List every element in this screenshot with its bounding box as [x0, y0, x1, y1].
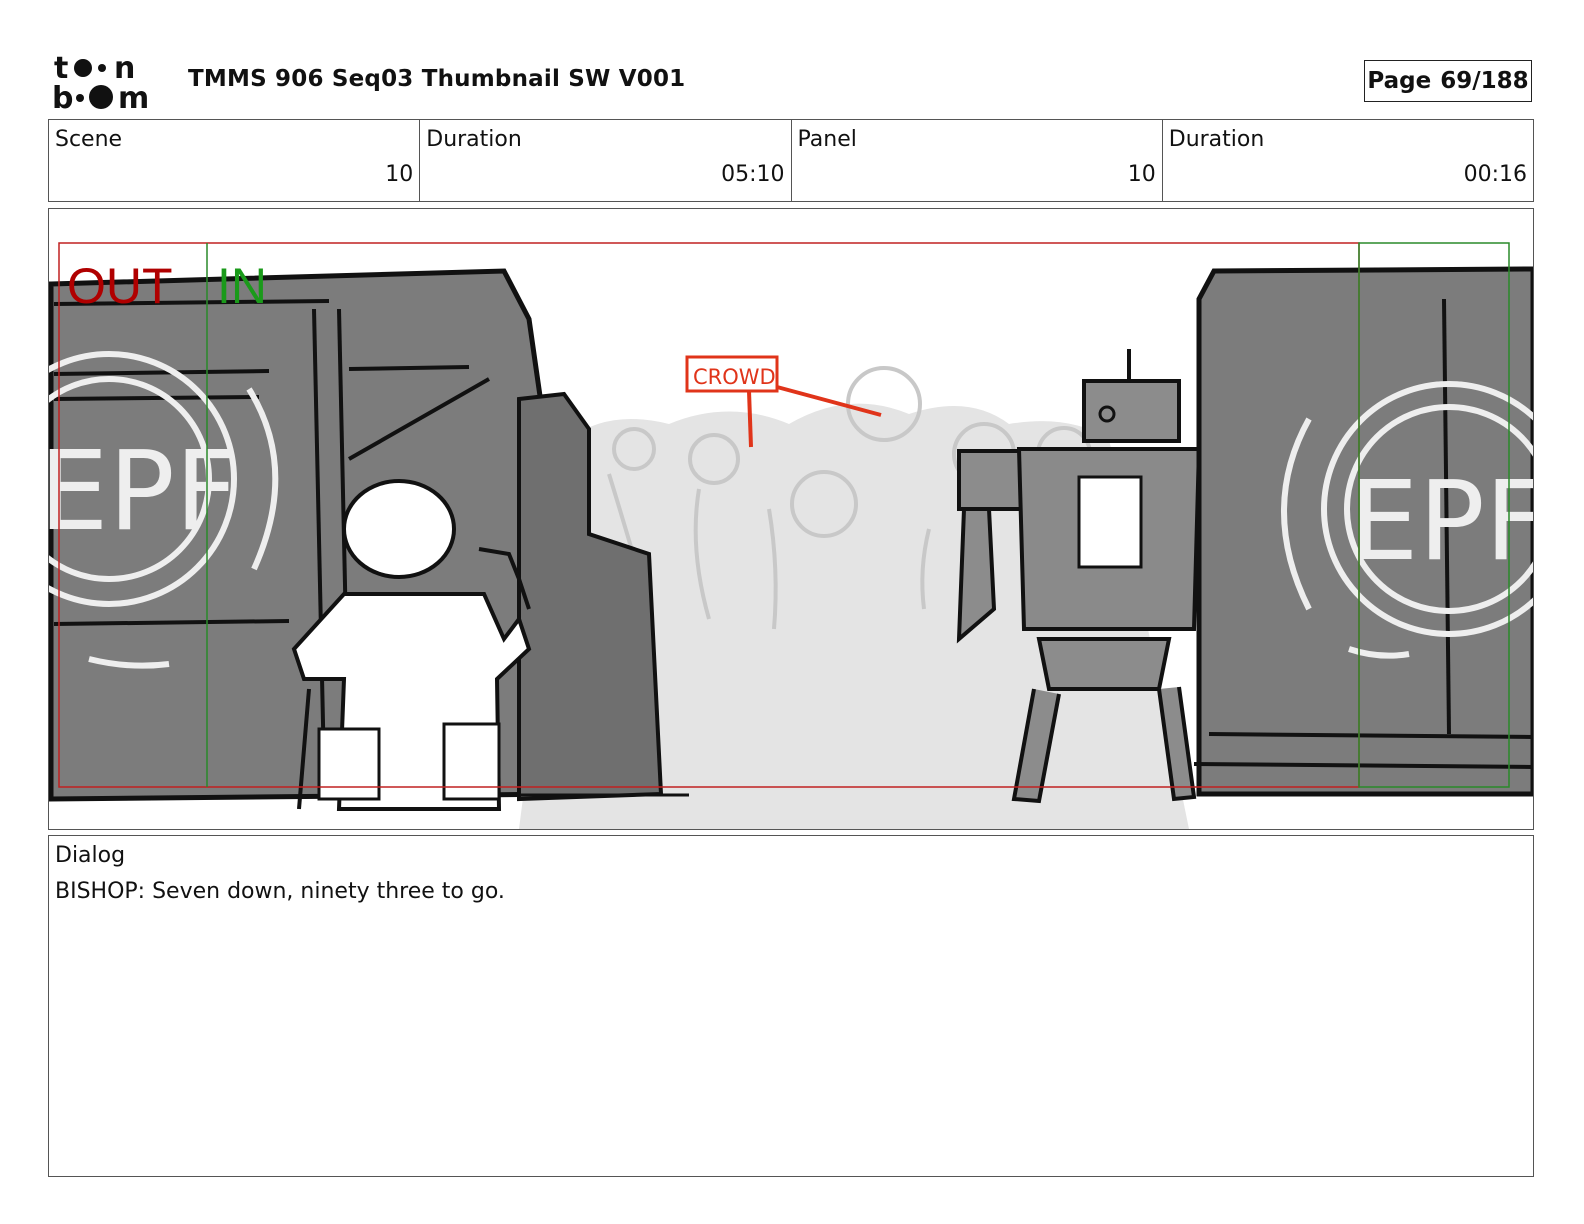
scene-duration-label: Duration: [426, 127, 522, 152]
panel-value: 10: [1127, 162, 1156, 187]
document-title: TMMS 906 Seq03 Thumbnail SW V001: [188, 66, 686, 92]
dialog-box: Dialog BISHOP: Seven down, ninety three …: [48, 835, 1534, 1177]
scene-duration-cell: Duration 05:10: [420, 120, 792, 201]
dialog-text: BISHOP: Seven down, ninety three to go.: [55, 879, 505, 904]
scene-cell: Scene 10: [49, 120, 421, 201]
scene-duration-value: 05:10: [721, 162, 785, 187]
toon-boom-logo-icon: t n b m: [52, 51, 149, 116]
panel-duration-cell: Duration 00:16: [1163, 120, 1533, 201]
panel-label: Panel: [797, 127, 857, 152]
out-label: OUT: [67, 258, 173, 314]
panel-cell: Panel 10: [792, 120, 1163, 201]
scene-info-row: Scene 10 Duration 05:10 Panel 10 Duratio…: [48, 119, 1534, 202]
svg-text:b: b: [52, 81, 73, 114]
in-label: IN: [217, 258, 267, 314]
toon-boom-logo: t n b m: [50, 50, 166, 116]
scene-label: Scene: [55, 127, 123, 152]
panel-duration-value: 00:16: [1463, 162, 1527, 187]
scene-value: 10: [385, 162, 414, 187]
page-label: Page: [1367, 68, 1432, 94]
page-number: 69/188: [1440, 68, 1529, 94]
dialog-label: Dialog: [55, 843, 126, 868]
panel-sketch: EPF EPF CROWD OUT IN: [49, 242, 1534, 829]
right-emblem-text: EPF: [1349, 457, 1534, 585]
left-emblem-text: EPF: [49, 427, 238, 555]
page-indicator: Page 69/188: [1364, 60, 1532, 102]
crowd-label: CROWD: [693, 365, 776, 389]
svg-text:m: m: [118, 81, 149, 114]
panel-duration-label: Duration: [1168, 127, 1265, 152]
storyboard-panel: EPF EPF CROWD OUT IN: [48, 208, 1534, 830]
